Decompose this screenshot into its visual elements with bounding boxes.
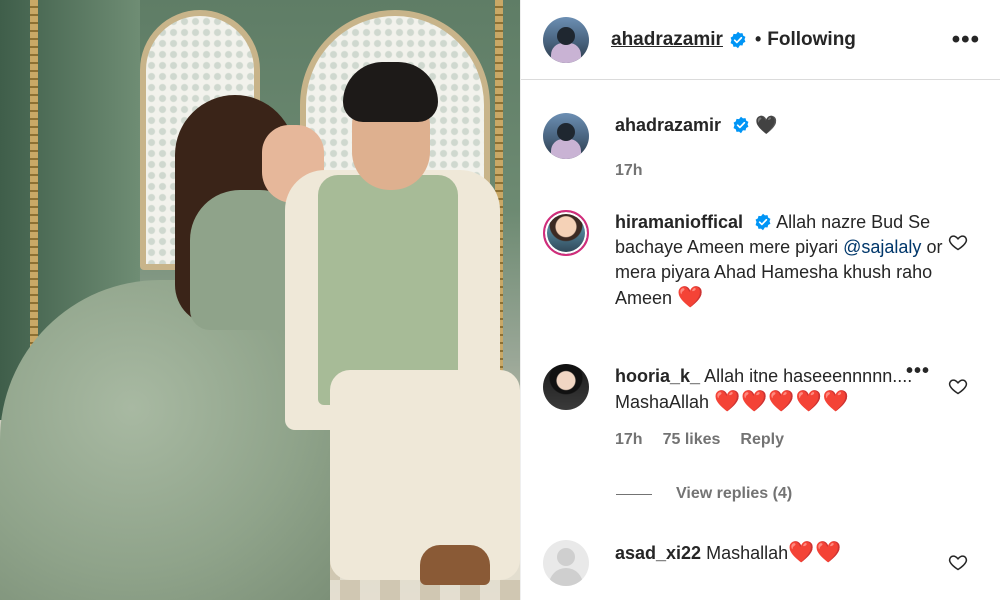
- comment-username[interactable]: asad_xi22: [615, 543, 701, 563]
- comment-body: hooria_k_ Allah itne haseeennnnn.... Mas…: [615, 364, 955, 452]
- author-username[interactable]: ahadrazamir: [611, 29, 723, 51]
- verified-badge-icon: [755, 213, 771, 231]
- author-avatar[interactable]: [543, 16, 589, 63]
- man-hair: [343, 62, 438, 122]
- post-side-panel: ahadrazamir • Following ••• ahadrazamir …: [520, 0, 1000, 600]
- caption-time[interactable]: 17h: [615, 158, 643, 183]
- following-button[interactable]: Following: [767, 29, 856, 51]
- heart-emoji: ❤️❤️: [788, 541, 843, 564]
- heart-emoji: ❤️: [677, 286, 705, 309]
- man-legs: [330, 370, 520, 580]
- caption-username[interactable]: ahadrazamir: [615, 115, 721, 135]
- post-header: ahadrazamir • Following •••: [521, 0, 1000, 80]
- comment-text: Mashallah: [706, 543, 789, 563]
- verified-badge-icon: [733, 116, 749, 134]
- caption-text: 🖤: [755, 115, 778, 135]
- commenter-avatar[interactable]: [543, 364, 589, 410]
- comment-row: asad_xi22 Mashallah❤️❤️: [543, 540, 980, 586]
- man-shoe: [420, 545, 490, 585]
- like-heart-icon[interactable]: [948, 376, 968, 396]
- caption-avatar[interactable]: [543, 113, 589, 159]
- header-separator: •: [754, 29, 762, 49]
- comment-more-icon[interactable]: •••: [906, 360, 930, 383]
- comment-time[interactable]: 17h: [615, 427, 643, 452]
- more-options-icon[interactable]: •••: [952, 27, 980, 52]
- comment-meta: 17h 75 likes Reply: [615, 427, 955, 452]
- comment-body: hiramanioffical Allah nazre Bud Se bacha…: [615, 210, 955, 311]
- comment-body: asad_xi22 Mashallah❤️❤️: [615, 540, 955, 586]
- like-heart-icon[interactable]: [948, 232, 968, 252]
- caption-row: ahadrazamir 🖤 17h: [543, 113, 980, 183]
- reply-button[interactable]: Reply: [740, 427, 784, 452]
- replies-divider: [616, 493, 652, 495]
- comment-row: hooria_k_ Allah itne haseeennnnn.... Mas…: [543, 360, 980, 452]
- view-replies-label[interactable]: View replies (4): [676, 485, 792, 503]
- like-heart-icon[interactable]: [948, 552, 968, 572]
- view-replies-button[interactable]: View replies (4): [616, 485, 792, 503]
- commenter-avatar[interactable]: [543, 210, 589, 256]
- heart-emoji-row: ❤️❤️❤️❤️❤️: [714, 390, 850, 413]
- post-photo[interactable]: [0, 0, 520, 600]
- commenter-avatar[interactable]: [543, 540, 589, 586]
- caption-body: ahadrazamir 🖤 17h: [615, 113, 955, 183]
- caption-meta: 17h: [615, 158, 955, 183]
- likes-count[interactable]: 75 likes: [663, 427, 721, 452]
- verified-badge-icon: [730, 31, 746, 48]
- mention-link[interactable]: @sajalaly: [843, 237, 921, 257]
- comment-username[interactable]: hiramanioffical: [615, 212, 743, 232]
- comments-list: ahadrazamir 🖤 17h hiramanioffical Allah …: [521, 80, 1000, 600]
- comment-username[interactable]: hooria_k_: [615, 366, 700, 386]
- comment-row: hiramanioffical Allah nazre Bud Se bacha…: [543, 210, 980, 311]
